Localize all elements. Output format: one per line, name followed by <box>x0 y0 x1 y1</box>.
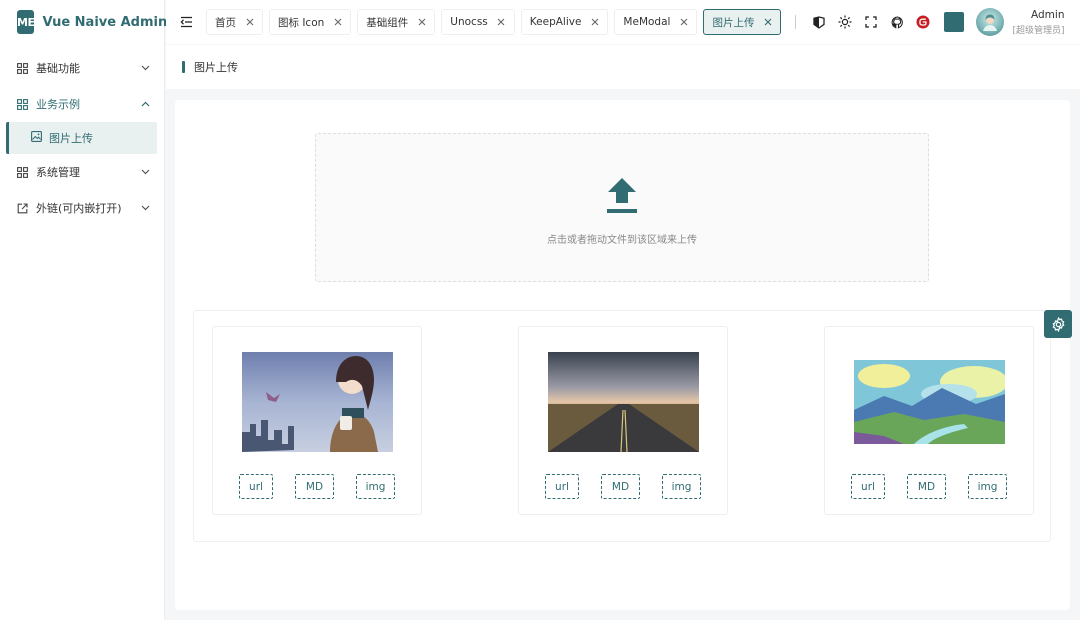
gitee-icon[interactable] <box>910 9 936 35</box>
tab-home[interactable]: 首页 <box>206 9 263 35</box>
external-link-icon <box>16 202 29 215</box>
image-card: url MD img <box>824 326 1034 515</box>
breadcrumb: 图片上传 <box>166 45 1080 89</box>
tab-image-upload[interactable]: 图片上传 <box>703 9 782 35</box>
image-thumbnail[interactable] <box>242 352 393 452</box>
road-sunset-image <box>548 352 699 452</box>
tab-base-components[interactable]: 基础组件 <box>357 9 436 35</box>
settings-button[interactable] <box>1044 310 1072 338</box>
grid-icon <box>16 98 29 111</box>
menu-fold-icon <box>180 16 192 28</box>
sidebar-item-business-examples[interactable]: 业务示例 <box>0 86 164 122</box>
copy-img-button[interactable]: img <box>968 474 1007 499</box>
tab-label: 首页 <box>215 16 236 29</box>
chevron-down-icon <box>140 167 150 177</box>
sidebar-item-external-links[interactable]: 外链(可内嵌打开) <box>0 190 164 226</box>
upload-hint: 点击或者拖动文件到该区域来上传 <box>547 235 697 246</box>
menu-collapse-button[interactable] <box>166 0 206 44</box>
chevron-up-icon <box>140 99 150 109</box>
image-card: url MD img <box>212 326 422 515</box>
docs-icon[interactable] <box>806 9 832 35</box>
sidebar-item-basic-features[interactable]: 基础功能 <box>0 50 164 86</box>
chevron-down-icon <box>140 203 150 213</box>
image-gallery: url MD img url MD img url MD img <box>193 310 1051 542</box>
sidebar-menu: 基础功能 业务示例 图片上传 系统管理 外链(可内嵌打开) <box>0 50 164 226</box>
close-icon[interactable] <box>679 18 688 27</box>
copy-url-button[interactable]: url <box>239 474 273 499</box>
tab-label: MeModal <box>623 16 671 28</box>
user-name: Admin <box>1031 8 1065 21</box>
image-icon <box>31 131 42 145</box>
grid-icon <box>16 62 29 75</box>
tab-label: Unocss <box>450 16 488 28</box>
close-icon[interactable] <box>245 18 254 27</box>
avatar[interactable] <box>976 8 1005 36</box>
image-thumbnail[interactable] <box>548 352 699 452</box>
landscape-painting-image <box>854 360 1005 444</box>
card-actions: url MD img <box>519 474 727 499</box>
tab-unocss[interactable]: Unocss <box>441 9 515 35</box>
copy-img-button[interactable]: img <box>356 474 395 499</box>
sun-icon[interactable] <box>832 9 858 35</box>
gear-icon <box>1052 316 1064 332</box>
upload-dropzone[interactable]: 点击或者拖动文件到该区域来上传 <box>315 133 929 282</box>
tab-keepalive[interactable]: KeepAlive <box>520 9 609 35</box>
sidebar-item-label: 图片上传 <box>49 132 93 145</box>
tab-label: 图标 Icon <box>278 16 325 29</box>
sidebar: ME Vue Naive Admin 基础功能 业务示例 图片上传 系统管理 外… <box>0 0 168 620</box>
close-icon[interactable] <box>333 18 342 27</box>
close-icon[interactable] <box>590 18 599 27</box>
copy-url-button[interactable]: url <box>851 474 885 499</box>
main-content: 点击或者拖动文件到该区域来上传 url MD img url MD img ur… <box>175 100 1070 610</box>
close-icon[interactable] <box>763 18 772 27</box>
sidebar-item-system-management[interactable]: 系统管理 <box>0 154 164 190</box>
breadcrumb-accent-bar <box>182 61 185 73</box>
copy-md-button[interactable]: MD <box>907 474 946 499</box>
header-divider <box>795 15 797 29</box>
logo-mark: ME <box>17 10 35 34</box>
copy-md-button[interactable]: MD <box>601 474 640 499</box>
tab-label: KeepAlive <box>529 16 582 28</box>
copy-url-button[interactable]: url <box>545 474 579 499</box>
github-icon[interactable] <box>884 9 910 35</box>
app-logo[interactable]: ME Vue Naive Admin <box>0 0 168 44</box>
sidebar-item-label: 系统管理 <box>36 166 80 179</box>
grid-icon <box>16 166 29 179</box>
chevron-down-icon <box>140 63 150 73</box>
tab-bar: 首页 图标 Icon 基础组件 Unocss KeepAlive MeModal… <box>206 0 787 44</box>
image-thumbnail[interactable] <box>854 360 1005 444</box>
tab-memodal[interactable]: MeModal <box>614 9 698 35</box>
anime-girl-cityscape-image <box>242 352 393 452</box>
copy-md-button[interactable]: MD <box>295 474 334 499</box>
user-role: [超级管理员] <box>1012 25 1065 36</box>
tab-icon[interactable]: 图标 Icon <box>269 9 352 35</box>
sidebar-item-label: 业务示例 <box>36 98 80 111</box>
sidebar-item-label: 基础功能 <box>36 62 80 75</box>
tab-label: 基础组件 <box>366 16 409 29</box>
sidebar-item-image-upload[interactable]: 图片上传 <box>6 122 157 154</box>
image-card: url MD img <box>518 326 728 515</box>
upload-icon <box>607 178 637 213</box>
fullscreen-icon[interactable] <box>858 9 884 35</box>
app-title: Vue Naive Admin <box>42 14 168 30</box>
close-icon[interactable] <box>497 18 506 27</box>
card-actions: url MD img <box>213 474 421 499</box>
avatar-image-icon <box>983 14 998 31</box>
copy-img-button[interactable]: img <box>662 474 701 499</box>
close-icon[interactable] <box>417 18 426 27</box>
page-title: 图片上传 <box>194 61 238 74</box>
top-header: 首页 图标 Icon 基础组件 Unocss KeepAlive MeModal… <box>166 0 1080 44</box>
card-actions: url MD img <box>825 474 1033 499</box>
theme-color-picker[interactable] <box>944 12 965 32</box>
tab-label: 图片上传 <box>712 16 755 29</box>
header-actions: Admin [超级管理员] <box>806 8 1064 36</box>
sidebar-item-label: 外链(可内嵌打开) <box>36 202 122 215</box>
user-info[interactable]: Admin [超级管理员] <box>1012 9 1064 36</box>
